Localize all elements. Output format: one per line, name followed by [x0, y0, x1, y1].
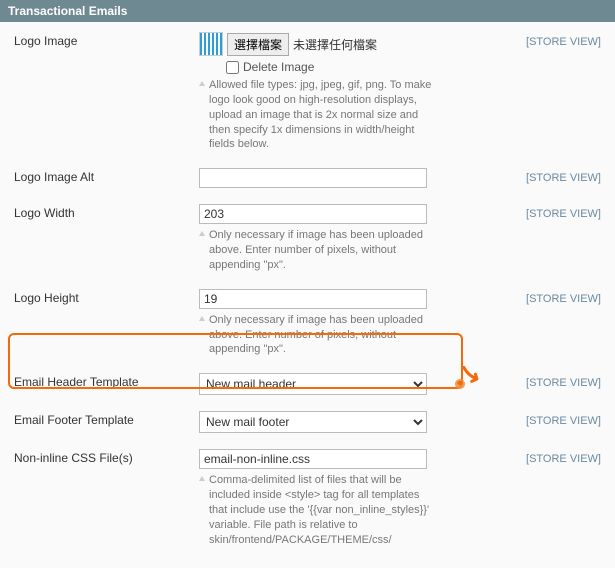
label-footer-template: Email Footer Template	[14, 413, 134, 427]
delete-image-row[interactable]: Delete Image	[226, 60, 434, 74]
panel-body: Logo Image 選擇檔案 未選擇任何檔案 Delete Image All…	[0, 22, 615, 568]
row-logo-image: Logo Image 選擇檔案 未選擇任何檔案 Delete Image All…	[14, 32, 601, 152]
scope-logo-height: [STORE VIEW]	[526, 293, 601, 305]
row-css-files: Non-inline CSS File(s) Comma-delimited l…	[14, 449, 601, 547]
delete-image-label: Delete Image	[243, 60, 314, 74]
row-logo-width: Logo Width Only necessary if image has b…	[14, 204, 601, 273]
hint-logo-width: Only necessary if image has been uploade…	[199, 228, 434, 273]
row-header-template: Email Header Template New mail header [S…	[14, 373, 601, 395]
panel-header: Transactional Emails	[0, 0, 615, 22]
label-logo-alt: Logo Image Alt	[14, 170, 94, 184]
select-header-template[interactable]: New mail header	[199, 373, 427, 395]
row-logo-height: Logo Height Only necessary if image has …	[14, 289, 601, 358]
input-css-files[interactable]	[199, 449, 427, 469]
file-status-text: 未選擇任何檔案	[293, 36, 377, 53]
row-footer-template: Email Footer Template New mail footer [S…	[14, 411, 601, 433]
hint-css-files: Comma-delimited list of files that will …	[199, 473, 434, 547]
scope-footer-template: [STORE VIEW]	[526, 415, 601, 427]
select-footer-template[interactable]: New mail footer	[199, 411, 427, 433]
choose-file-button[interactable]: 選擇檔案	[227, 33, 289, 56]
label-css-files: Non-inline CSS File(s)	[14, 451, 133, 465]
hint-logo-height: Only necessary if image has been uploade…	[199, 313, 434, 358]
transactional-emails-panel: Transactional Emails Logo Image 選擇檔案 未選擇…	[0, 0, 615, 568]
scope-logo-width: [STORE VIEW]	[526, 208, 601, 220]
hint-logo-image: Allowed file types: jpg, jpeg, gif, png.…	[199, 78, 434, 152]
scope-logo-alt: [STORE VIEW]	[526, 172, 601, 184]
label-header-template: Email Header Template	[14, 375, 139, 389]
input-logo-height[interactable]	[199, 289, 427, 309]
label-logo-width: Logo Width	[14, 206, 75, 220]
input-logo-width[interactable]	[199, 204, 427, 224]
scope-css-files: [STORE VIEW]	[526, 453, 601, 465]
label-logo-height: Logo Height	[14, 291, 79, 305]
file-upload-row: 選擇檔案 未選擇任何檔案	[199, 32, 434, 56]
scope-header-template: [STORE VIEW]	[526, 377, 601, 389]
row-logo-alt: Logo Image Alt [STORE VIEW]	[14, 168, 601, 188]
label-logo-image: Logo Image	[14, 34, 77, 48]
logo-preview-thumb[interactable]	[199, 32, 223, 56]
delete-image-checkbox[interactable]	[226, 61, 239, 74]
input-logo-alt[interactable]	[199, 168, 427, 188]
scope-logo-image: [STORE VIEW]	[526, 36, 601, 48]
panel-title: Transactional Emails	[8, 4, 127, 18]
